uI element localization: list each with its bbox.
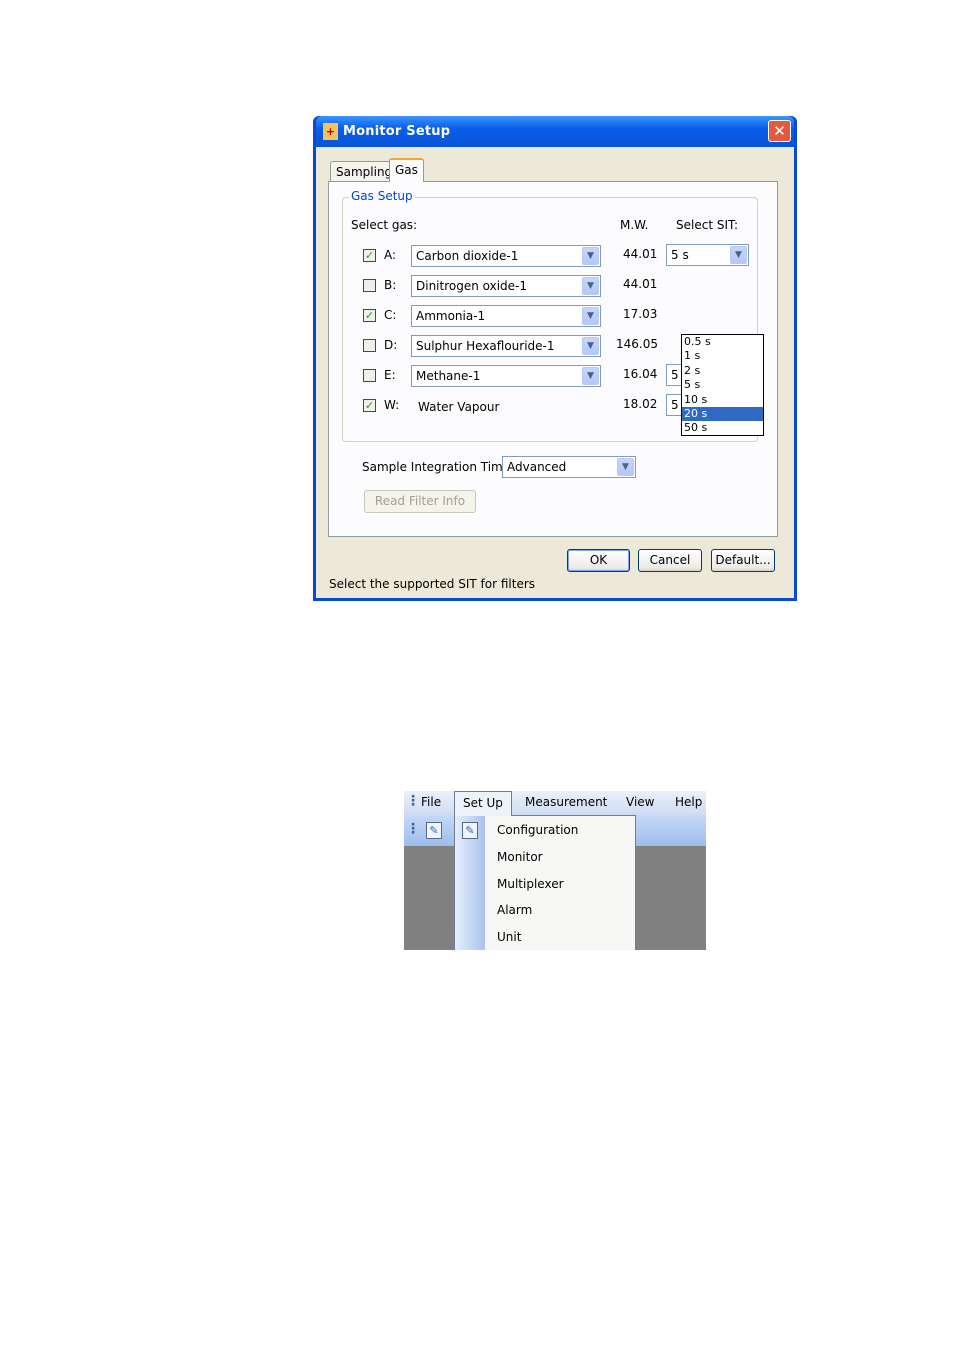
sit-option[interactable]: 0.5 s — [682, 335, 763, 349]
tab-sampling[interactable]: Sampling — [330, 161, 399, 182]
menu-item-alarm[interactable]: Alarm — [497, 903, 532, 917]
gas-a-sit-select[interactable]: 5 s ▼ — [666, 244, 749, 266]
gas-a-sit: 5 s — [671, 248, 689, 262]
gas-c-name: Ammonia-1 — [416, 309, 486, 323]
chevron-down-icon[interactable]: ▼ — [582, 367, 599, 385]
monitor-setup-dialog: + Monitor Setup ✕ Sampling Gas Gas Setup… — [313, 116, 797, 601]
gas-e-checkbox[interactable] — [363, 369, 376, 382]
gas-tab-panel: Gas Setup Select gas: M.W. Select SIT: ✓… — [328, 181, 778, 537]
dialog-title: Monitor Setup — [343, 124, 451, 139]
gas-w-checkbox[interactable]: ✓ — [363, 399, 376, 412]
gas-b-mw: 44.01 — [623, 277, 658, 291]
gas-d-select[interactable]: Sulphur Hexaflouride-1 ▼ — [411, 335, 601, 357]
gas-d-mw: 146.05 — [616, 337, 658, 351]
gas-w-mw: 18.02 — [623, 397, 658, 411]
sit-option[interactable]: 2 s — [682, 364, 763, 378]
dialog-title-bar[interactable]: + Monitor Setup ✕ — [316, 116, 794, 147]
gas-d-name: Sulphur Hexaflouride-1 — [416, 339, 555, 353]
sample-integration-label: Sample Integration Time: — [362, 460, 515, 474]
menu-item-multiplexer[interactable]: Multiplexer — [497, 877, 564, 891]
menu-measurement[interactable]: Measurement — [525, 795, 607, 809]
gas-e-mw: 16.04 — [623, 367, 658, 381]
grip-icon: ⋮ — [406, 821, 420, 837]
sit-option[interactable]: 50 s — [682, 421, 763, 435]
app-icon: + — [323, 123, 338, 140]
menu-help[interactable]: Help — [675, 795, 702, 809]
gas-c-checkbox[interactable]: ✓ — [363, 309, 376, 322]
sample-integration-select[interactable]: Advanced ▼ — [502, 456, 636, 478]
cancel-button[interactable]: Cancel — [638, 549, 702, 572]
default-button[interactable]: Default... — [711, 549, 775, 572]
chevron-down-icon[interactable]: ▼ — [582, 307, 599, 325]
gas-b-letter: B: — [384, 278, 397, 292]
menu-item-unit[interactable]: Unit — [497, 930, 521, 944]
gas-d-checkbox[interactable] — [363, 339, 376, 352]
gas-a-select[interactable]: Carbon dioxide-1 ▼ — [411, 245, 601, 267]
setup-dropdown: ✎ Configuration Monitor Multiplexer Alar… — [454, 815, 636, 950]
read-filter-info-button[interactable]: Read Filter Info — [364, 490, 476, 513]
status-text: Select the supported SIT for filters — [329, 577, 536, 591]
gas-b-select[interactable]: Dinitrogen oxide-1 ▼ — [411, 275, 601, 297]
gas-a-name: Carbon dioxide-1 — [416, 249, 519, 263]
gas-setup-title: Gas Setup — [349, 189, 415, 203]
menu-set-up[interactable]: Set Up — [454, 791, 512, 816]
grip-icon: ⋮ — [406, 793, 420, 809]
sit-option[interactable]: 20 s — [682, 406, 763, 422]
menu-item-monitor[interactable]: Monitor — [497, 850, 543, 864]
menu-screenshot: ⋮ File Set Up Measurement View Help ⋮ ✎ … — [404, 791, 706, 950]
sit-options-list[interactable]: 0.5 s 1 s 2 s 5 s 10 s 20 s 50 s — [681, 334, 764, 436]
sit-option[interactable]: 5 s — [682, 378, 763, 392]
chevron-down-icon[interactable]: ▼ — [582, 337, 599, 355]
gas-c-letter: C: — [384, 308, 397, 322]
dialog-client: Sampling Gas Gas Setup Select gas: M.W. … — [316, 147, 794, 598]
gas-w-name: Water Vapour — [418, 400, 500, 414]
menu-view[interactable]: View — [626, 795, 654, 809]
gas-a-checkbox[interactable]: ✓ — [363, 249, 376, 262]
gas-a-letter: A: — [384, 248, 397, 262]
menu-item-configuration[interactable]: Configuration — [497, 823, 578, 837]
sit-header: Select SIT: — [676, 218, 739, 232]
mw-header: M.W. — [620, 218, 649, 232]
gas-b-name: Dinitrogen oxide-1 — [416, 279, 528, 293]
ok-button[interactable]: OK — [567, 549, 630, 572]
dropdown-icon-strip: ✎ — [455, 816, 485, 950]
sit-option[interactable]: 1 s — [682, 349, 763, 363]
chevron-down-icon[interactable]: ▼ — [730, 246, 747, 264]
gas-c-mw: 17.03 — [623, 307, 658, 321]
gas-a-mw: 44.01 — [623, 247, 658, 261]
gas-c-select[interactable]: Ammonia-1 ▼ — [411, 305, 601, 327]
gas-b-checkbox[interactable] — [363, 279, 376, 292]
menu-bar: ⋮ File Set Up Measurement View Help — [404, 791, 706, 816]
sit-option[interactable]: 10 s — [682, 393, 763, 407]
edit-icon: ✎ — [462, 822, 478, 839]
gas-e-letter: E: — [384, 368, 396, 382]
tab-gas[interactable]: Gas — [389, 158, 424, 182]
edit-icon[interactable]: ✎ — [426, 822, 442, 839]
gas-e-select[interactable]: Methane-1 ▼ — [411, 365, 601, 387]
close-icon[interactable]: ✕ — [768, 120, 791, 142]
chevron-down-icon[interactable]: ▼ — [582, 277, 599, 295]
select-gas-label: Select gas: — [351, 218, 418, 232]
menu-file[interactable]: File — [421, 795, 441, 809]
gas-w-letter: W: — [384, 398, 400, 412]
sample-integration-value: Advanced — [507, 460, 567, 474]
chevron-down-icon[interactable]: ▼ — [617, 458, 634, 476]
gas-e-name: Methane-1 — [416, 369, 481, 383]
gas-d-letter: D: — [384, 338, 398, 352]
chevron-down-icon[interactable]: ▼ — [582, 247, 599, 265]
